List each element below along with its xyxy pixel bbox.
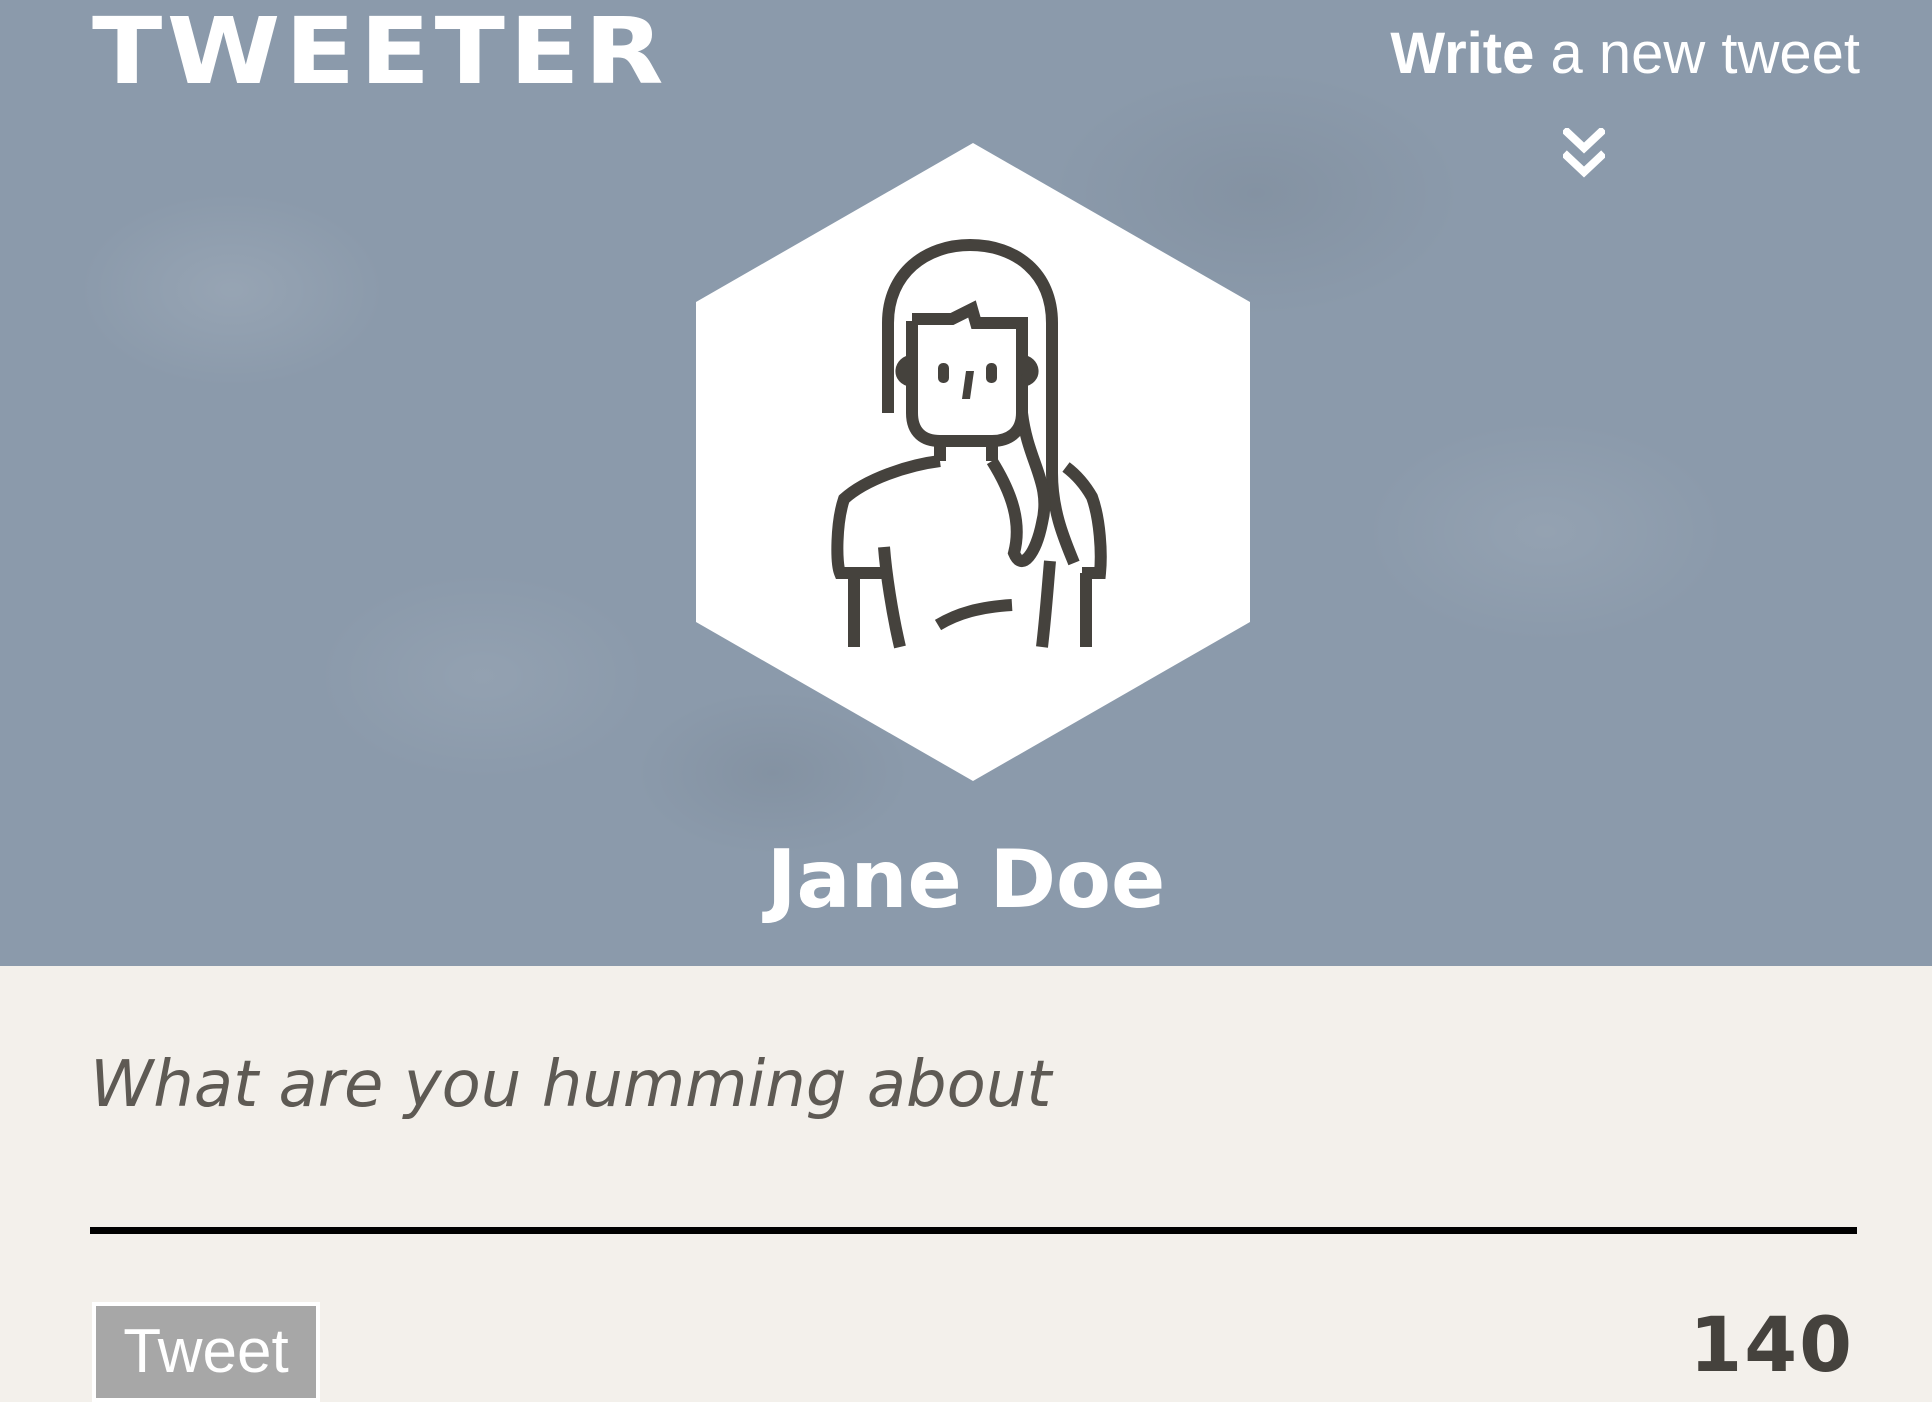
tweet-input[interactable] — [90, 1030, 1855, 1140]
input-underline — [90, 1227, 1857, 1234]
profile-avatar — [696, 143, 1250, 781]
double-chevron-down-icon[interactable] — [1563, 128, 1605, 180]
profile-banner: TWEETER Write a new tweet Jane Doe — [0, 0, 1932, 966]
write-link-rest: a new tweet — [1534, 21, 1860, 86]
hexagon-frame — [696, 143, 1250, 781]
write-link-strong: Write — [1390, 21, 1535, 86]
app-logo: TWEETER — [92, 0, 669, 105]
tweet-button[interactable]: Tweet — [92, 1302, 320, 1402]
profile-name: Jane Doe — [766, 833, 1166, 926]
character-counter: 140 — [1689, 1300, 1854, 1389]
write-new-tweet-link[interactable]: Write a new tweet — [1390, 14, 1860, 94]
